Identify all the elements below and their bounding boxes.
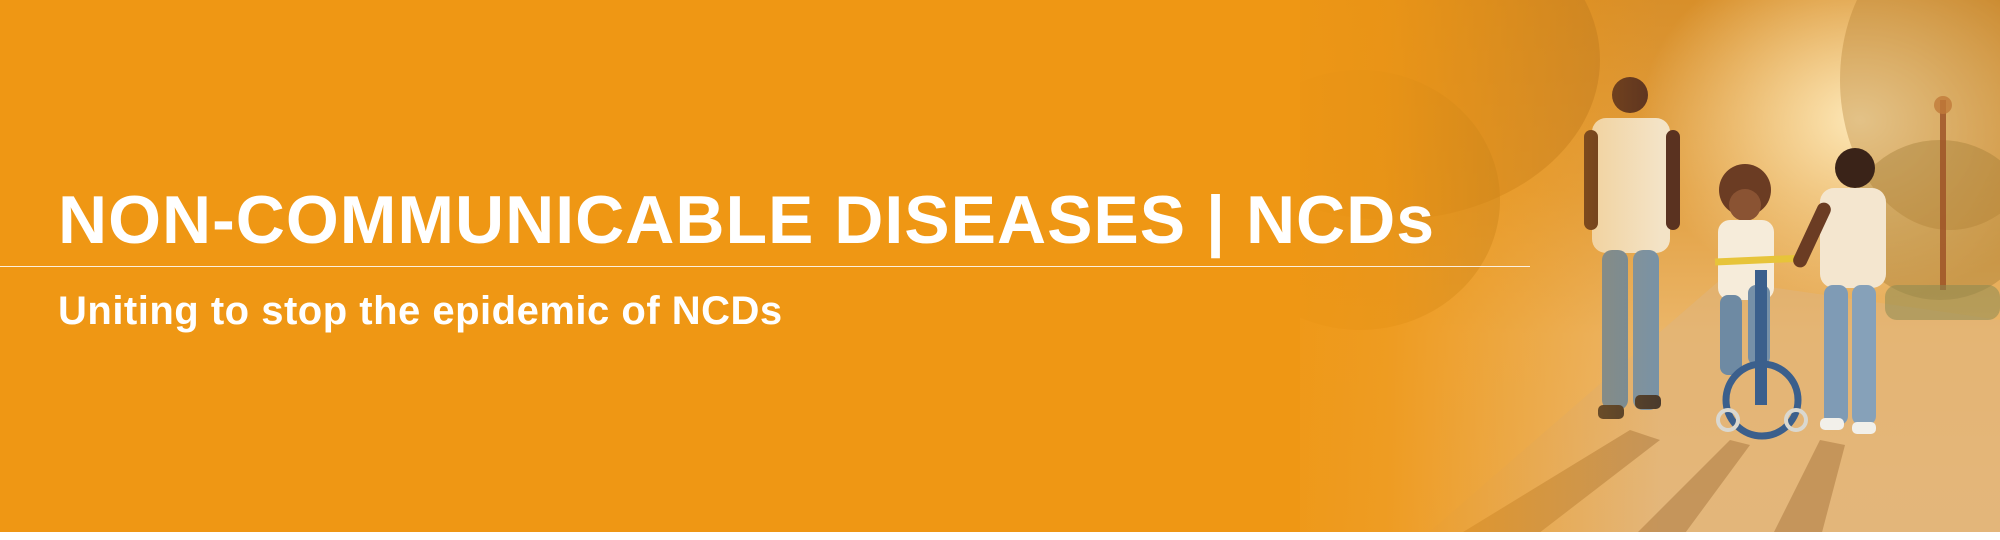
title-divider (0, 266, 1530, 267)
page-title: NON-COMMUNICABLE DISEASES | NCDs (58, 182, 1436, 258)
photo-gradient-fade (1240, 0, 1660, 540)
bottom-border (0, 532, 2000, 540)
page-subtitle: Uniting to stop the epidemic of NCDs (58, 289, 783, 333)
hero-banner: NON-COMMUNICABLE DISEASES | NCDs Uniting… (0, 0, 2000, 540)
